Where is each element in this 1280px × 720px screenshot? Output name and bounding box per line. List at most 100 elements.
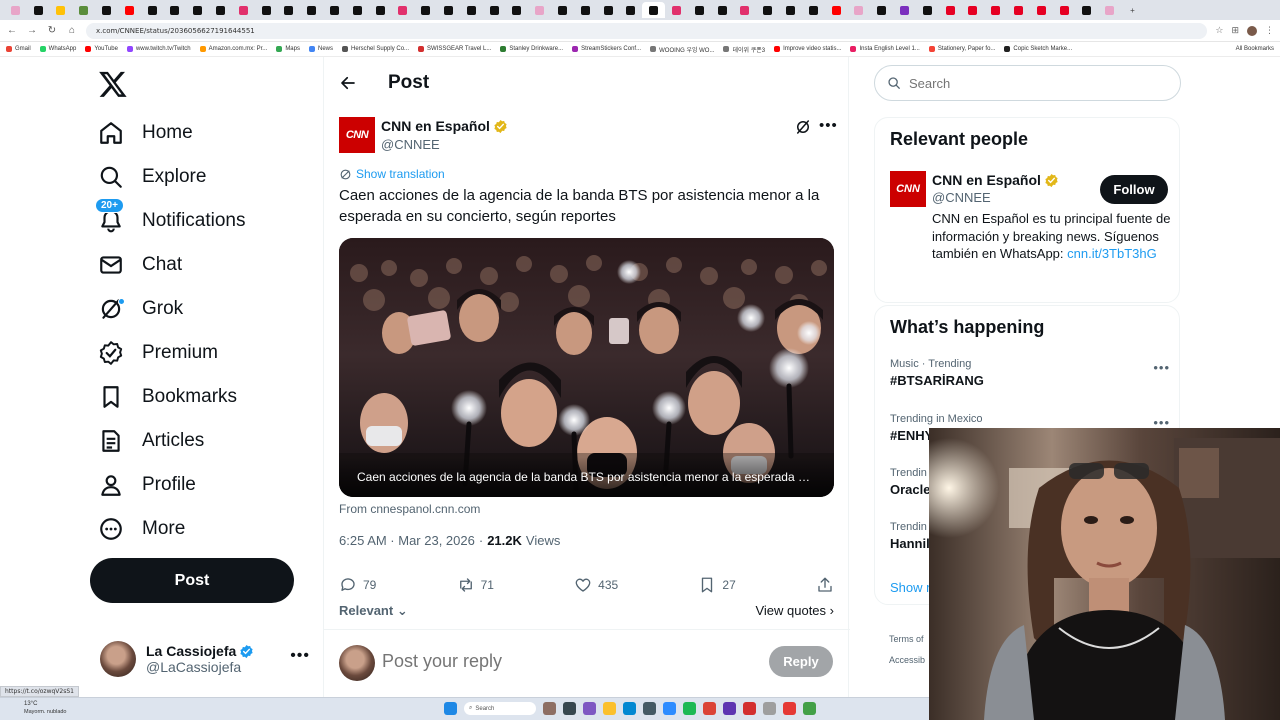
bookmark-action[interactable]: 27 [698, 576, 736, 594]
view-quotes-link[interactable]: View quotes › [755, 603, 834, 619]
browser-tab[interactable] [255, 2, 278, 18]
browser-tab[interactable] [232, 2, 255, 18]
app-icon[interactable] [723, 702, 736, 715]
grok-explain-icon[interactable] [794, 118, 812, 136]
browser-tab[interactable] [779, 2, 802, 18]
browser-tab[interactable] [939, 2, 962, 18]
browser-tab[interactable] [323, 2, 346, 18]
nav-articles[interactable]: Articles [98, 423, 204, 459]
bookmark-item[interactable]: Amazon.com.mx: Pr... [199, 46, 267, 52]
taskbar-search[interactable]: ⌕ Search [464, 702, 536, 715]
repost-action[interactable]: 71 [457, 576, 494, 594]
nav-more[interactable]: More [98, 511, 185, 547]
browser-tab[interactable] [1098, 2, 1121, 18]
bookmark-item[interactable]: Stanley Drinkware... [500, 46, 563, 52]
back-icon[interactable]: ← [6, 25, 18, 36]
browser-tab[interactable] [916, 2, 939, 18]
relevant-person-handle[interactable]: @CNNEE [932, 190, 991, 205]
menu-icon[interactable]: ⋮ [1265, 25, 1274, 36]
bookmark-star-icon[interactable]: ☆ [1215, 25, 1223, 36]
browser-tab[interactable] [278, 2, 301, 18]
bookmark-item[interactable]: Improve video statis... [774, 46, 841, 52]
relevant-person-name[interactable]: CNN en Español [932, 172, 1041, 188]
start-icon[interactable] [444, 702, 457, 715]
browser-tab[interactable] [506, 2, 529, 18]
app-icon[interactable] [543, 702, 556, 715]
bookmark-item[interactable]: WhatsApp [39, 46, 76, 52]
browser-tab[interactable] [574, 2, 597, 18]
browser-tab[interactable] [414, 2, 437, 18]
browser-tab[interactable] [756, 2, 779, 18]
post-timestamp[interactable]: 6:25 AM · Mar 23, 2026 [339, 533, 475, 548]
bookmark-item[interactable]: Copic Sketch Marke... [1004, 46, 1072, 52]
like-action[interactable]: 435 [574, 576, 618, 594]
bookmark-item[interactable]: WOOING 우잉 WO... [650, 45, 714, 54]
browser-tab[interactable] [27, 2, 50, 18]
zoom-icon[interactable] [663, 702, 676, 715]
spotify-icon[interactable] [683, 702, 696, 715]
app-icon[interactable] [583, 702, 596, 715]
browser-tab[interactable] [1030, 2, 1053, 18]
reply-input[interactable] [382, 651, 742, 672]
browser-tab[interactable] [551, 2, 574, 18]
post-button[interactable]: Post [90, 558, 294, 603]
task-view-icon[interactable] [563, 702, 576, 715]
search-input[interactable] [909, 75, 1159, 91]
account-more-icon[interactable]: ••• [290, 647, 310, 665]
bookmark-item[interactable]: YouTube [85, 46, 118, 52]
nav-profile[interactable]: Profile [98, 467, 196, 503]
footer-link[interactable]: Accessib [889, 650, 925, 671]
bookmark-item[interactable]: SWISSGEAR Travel L... [418, 46, 491, 52]
browser-tab[interactable] [528, 2, 551, 18]
browser-tab[interactable] [4, 2, 27, 18]
follow-button[interactable]: Follow [1100, 175, 1168, 204]
browser-tab[interactable] [688, 2, 711, 18]
bookmark-item[interactable]: 데이위 쿠폰3 [723, 45, 765, 54]
browser-tab[interactable] [961, 2, 984, 18]
browser-tab[interactable] [118, 2, 141, 18]
account-switcher[interactable]: La Cassiojefa @LaCassiojefa ••• [100, 639, 310, 679]
browser-tab[interactable] [665, 2, 688, 18]
nav-home[interactable]: Home [98, 115, 193, 151]
app-icon[interactable] [803, 702, 816, 715]
footer-link[interactable]: Terms of [889, 629, 925, 650]
browser-tab[interactable] [1053, 2, 1076, 18]
browser-tab[interactable] [870, 2, 893, 18]
acrobat-icon[interactable] [743, 702, 756, 715]
home-browser-icon[interactable]: ⌂ [66, 25, 78, 36]
browser-tab[interactable] [72, 2, 95, 18]
reply-button[interactable]: Reply [769, 646, 833, 677]
browser-tab[interactable] [1075, 2, 1098, 18]
chrome-icon[interactable] [703, 702, 716, 715]
browser-tab[interactable] [984, 2, 1007, 18]
extensions-icon[interactable]: ⊞ [1231, 25, 1239, 36]
bookmark-item[interactable]: Herschel Supply Co... [342, 46, 409, 52]
bookmark-item[interactable]: Gmail [6, 46, 31, 52]
author-name[interactable]: CNN en Español [381, 118, 490, 134]
bio-link[interactable]: cnn.it/3TbT3hG [1067, 246, 1157, 261]
browser-tab[interactable] [437, 2, 460, 18]
trend-item[interactable]: Music · Trending #BTSARİRANG ••• [890, 358, 1170, 388]
bookmark-item[interactable]: StreamStickers Conf... [572, 46, 641, 52]
bookmark-item[interactable]: Insta English Level 1... [850, 46, 920, 52]
reload-icon[interactable]: ↻ [46, 25, 58, 36]
app-icon[interactable] [763, 702, 776, 715]
browser-tab[interactable] [620, 2, 643, 18]
nav-chat[interactable]: Chat [98, 247, 182, 283]
share-action[interactable] [816, 576, 834, 594]
url-field[interactable]: x.com/CNNEE/status/2036056627191644551 [86, 22, 1208, 39]
browser-tab[interactable] [734, 2, 757, 18]
nav-grok[interactable]: Grok [98, 291, 183, 327]
browser-tab[interactable] [825, 2, 848, 18]
search-box[interactable] [874, 65, 1181, 101]
browser-tab[interactable] [209, 2, 232, 18]
file-explorer-icon[interactable] [603, 702, 616, 715]
browser-tab[interactable] [141, 2, 164, 18]
browser-tab[interactable] [346, 2, 369, 18]
nav-premium[interactable]: Premium [98, 335, 218, 371]
browser-tab[interactable] [711, 2, 734, 18]
browser-tab[interactable] [164, 2, 187, 18]
browser-tab[interactable] [186, 2, 209, 18]
profile-avatar[interactable] [1247, 25, 1257, 36]
browser-tab[interactable] [300, 2, 323, 18]
